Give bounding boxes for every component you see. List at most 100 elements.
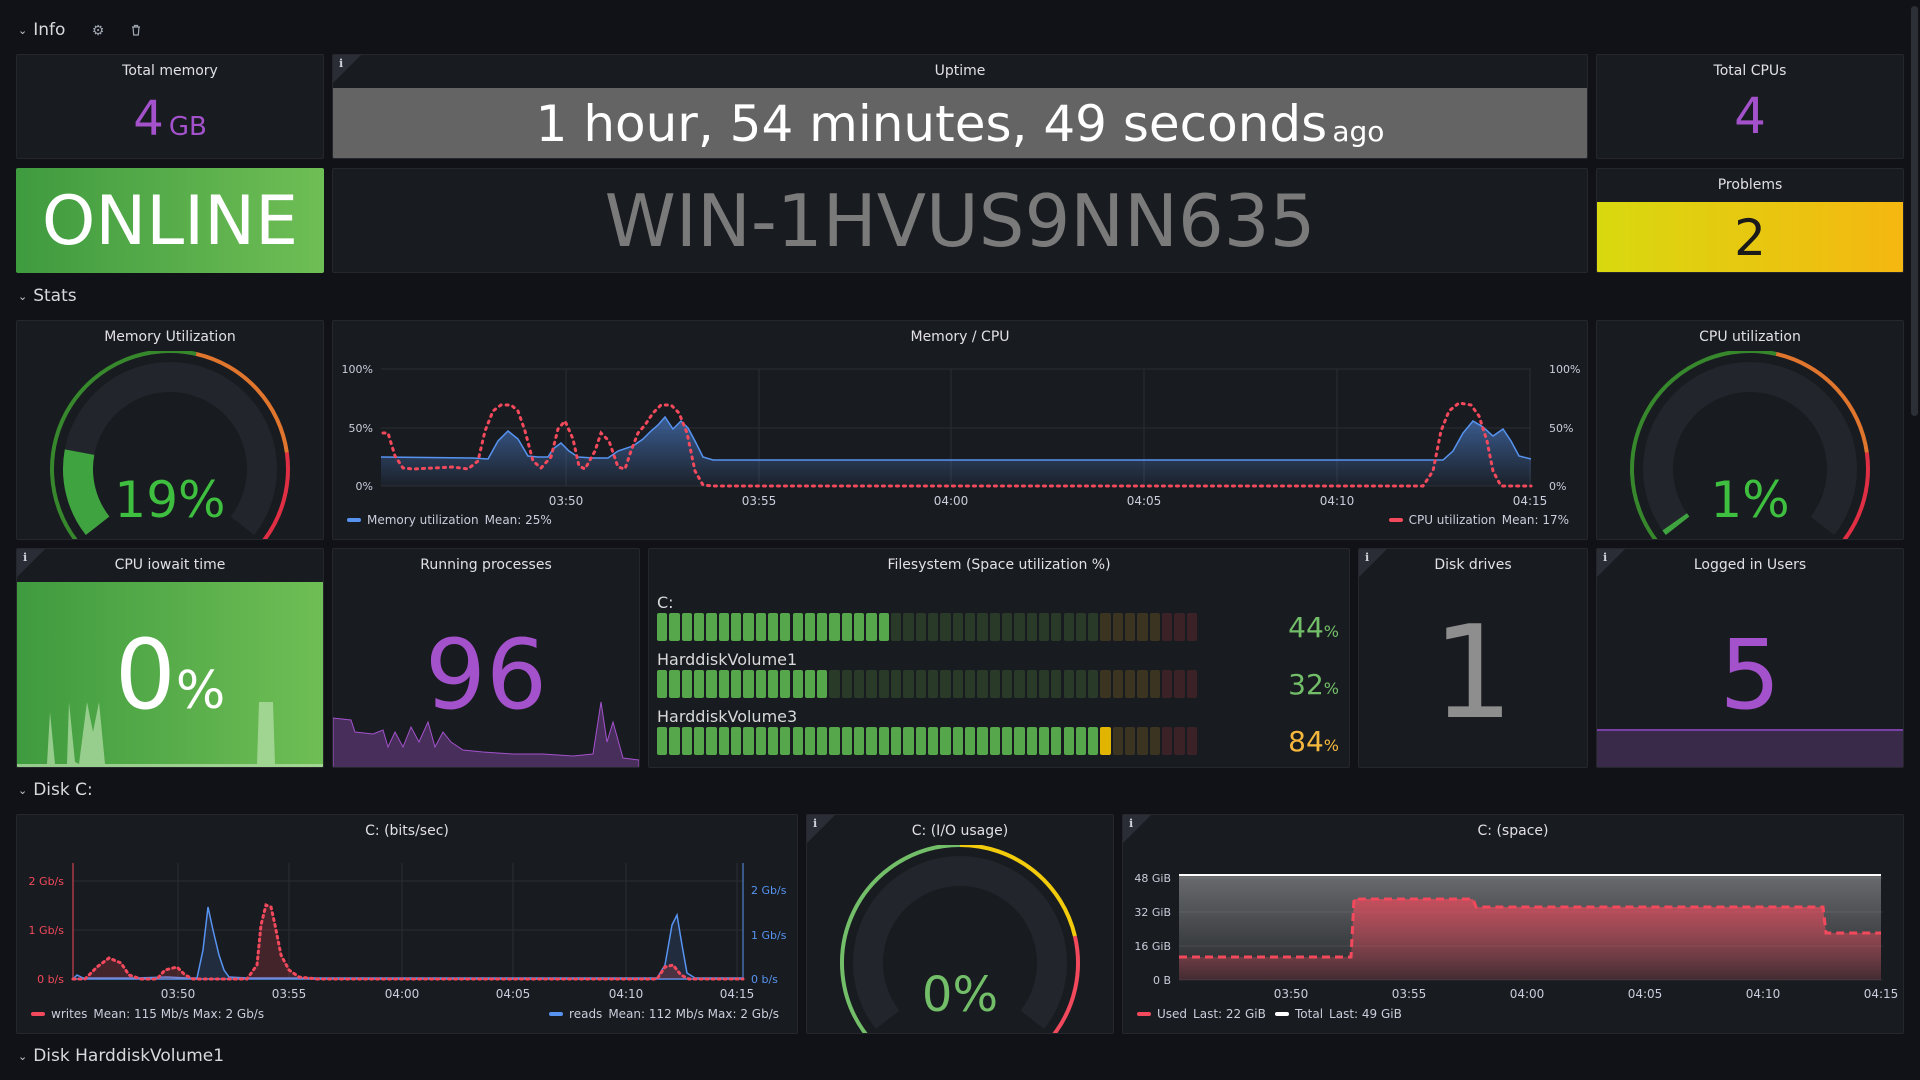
status-panel[interactable]: ONLINE: [16, 168, 324, 273]
filesystem-bar-cell: [767, 670, 779, 698]
filesystem-bar-cell: [915, 670, 926, 698]
filesystem-bar-cell: [928, 613, 939, 641]
filesystem-bar-cell: [1014, 727, 1025, 755]
filesystem-bar-cell: [1186, 670, 1197, 698]
memory-utilization-panel[interactable]: Memory Utilization 19%: [16, 320, 324, 540]
filesystem-bar-cell: [1001, 727, 1013, 755]
filesystem-bar-cell: [829, 727, 840, 755]
gear-icon[interactable]: ⚙: [90, 23, 106, 39]
disk-c-space-panel[interactable]: i C: (space) 48 GiB 32 GiB 16 GiB 0 B 03…: [1122, 814, 1904, 1034]
filesystem-bar-cell: [1162, 727, 1173, 755]
y-tick: 1 Gb/s: [29, 924, 65, 937]
legend-cpu-utilization[interactable]: CPU utilization Mean: 17%: [1388, 513, 1569, 527]
x-tick: 04:00: [1510, 987, 1545, 1001]
y-tick-right: 2 Gb/s: [751, 884, 787, 897]
filesystem-bar-cell: [1174, 670, 1185, 698]
filesystem-bar-cell: [964, 727, 976, 755]
x-tick: 04:15: [720, 987, 755, 1001]
scrollbar[interactable]: [1910, 0, 1920, 1080]
x-tick: 03:50: [161, 987, 196, 1001]
filesystem-bar-cell: [940, 613, 951, 641]
filesystem-bar-cell: [657, 613, 668, 641]
status-value: ONLINE: [41, 182, 299, 261]
panel-title: Disk drives: [1434, 557, 1512, 573]
filesystem-bar-cell: [792, 727, 803, 755]
x-tick: 03:55: [272, 987, 307, 1001]
panel-title: Total CPUs: [1713, 63, 1787, 79]
filesystem-bar-cell: [718, 613, 729, 641]
panel-title: Problems: [1717, 177, 1783, 193]
filesystem-bar-cell: [866, 613, 877, 641]
filesystem-bar-cell: [977, 613, 988, 641]
filesystem-bar-cell: [1063, 727, 1074, 755]
filesystem-bar-cell: [804, 613, 816, 641]
filesystem-label-hv1: HarddiskVolume1: [657, 650, 798, 669]
filesystem-bar-cell: [804, 670, 816, 698]
legend-total[interactable]: Total Last: 49 GiB: [1275, 1007, 1402, 1021]
row-header-info[interactable]: ⌄ Info: [18, 20, 65, 40]
problems-panel[interactable]: Problems 2: [1596, 168, 1904, 273]
scrollbar-thumb[interactable]: [1911, 6, 1918, 416]
hostname-panel[interactable]: WIN-1HVUS9NN635: [332, 168, 1588, 273]
filesystem-bar-cell: [841, 613, 853, 641]
filesystem-bar-cell: [1100, 613, 1111, 641]
logged-in-users-panel[interactable]: i Logged in Users 5: [1596, 548, 1904, 768]
filesystem-bar-cell: [854, 727, 865, 755]
legend-reads[interactable]: reads Mean: 112 Mb/s Max: 2 Gb/s: [549, 1007, 779, 1021]
filesystem-bar-cell: [1100, 670, 1111, 698]
memory-cpu-panel[interactable]: Memory / CPU 100% 50% 0% 100% 50% 0% 03:…: [332, 320, 1588, 540]
total-cpus-panel[interactable]: Total CPUs 4: [1596, 54, 1904, 159]
row-header-disk-c[interactable]: ⌄ Disk C:: [18, 780, 93, 800]
x-tick: 04:10: [609, 987, 644, 1001]
filesystem-bar-cell: [743, 727, 754, 755]
filesystem-panel[interactable]: Filesystem (Space utilization %) C: Hard…: [648, 548, 1350, 768]
disk-c-bits-panel[interactable]: C: (bits/sec) 2 Gb/s 1 Gb/s 0 b/s 2 Gb/s…: [16, 814, 798, 1034]
filesystem-bar-cell: [681, 670, 692, 698]
hostname-value: WIN-1HVUS9NN635: [604, 179, 1316, 263]
filesystem-bar-cell: [1112, 727, 1124, 755]
y-tick-right: 100%: [1549, 363, 1580, 376]
filesystem-bar-cell: [1112, 613, 1124, 641]
trash-icon[interactable]: [128, 23, 144, 39]
chevron-down-icon: ⌄: [18, 289, 28, 303]
filesystem-bar-cell: [1075, 670, 1087, 698]
y-tick: 32 GiB: [1134, 906, 1171, 919]
filesystem-bar-cell: [1125, 670, 1136, 698]
filesystem-bar-cell: [1125, 727, 1136, 755]
cpu-utilization-panel[interactable]: CPU utilization 1%: [1596, 320, 1904, 540]
running-processes-panel[interactable]: Running processes 96: [332, 548, 640, 768]
cpu-iowait-panel[interactable]: i CPU iowait time 0%: [16, 548, 324, 768]
filesystem-bar-cell: [804, 727, 816, 755]
filesystem-bar-cell: [841, 670, 853, 698]
filesystem-bar-cell: [755, 670, 766, 698]
y-tick: 0 B: [1153, 974, 1171, 987]
processes-value: 96: [424, 619, 548, 731]
filesystem-bar-cell: [1186, 727, 1197, 755]
disk-drives-panel[interactable]: i Disk drives 1: [1358, 548, 1588, 768]
x-tick: 04:15: [1864, 987, 1899, 1001]
filesystem-bar-cell: [780, 727, 791, 755]
filesystem-bar-cell: [964, 613, 976, 641]
filesystem-bar-cell: [854, 613, 865, 641]
uptime-panel[interactable]: i Uptime 1 hour, 54 minutes, 49 seconds …: [332, 54, 1588, 159]
legend-used[interactable]: Used Last: 22 GiB: [1137, 1007, 1266, 1021]
filesystem-bar-cell: [1088, 613, 1099, 641]
filesystem-bar-cell: [755, 727, 766, 755]
row-title: Info: [33, 20, 66, 40]
y-tick-right: 50%: [1549, 422, 1573, 435]
row-header-stats[interactable]: ⌄ Stats: [18, 286, 77, 306]
filesystem-bar-cell: [792, 613, 803, 641]
filesystem-bar-cell: [718, 670, 729, 698]
filesystem-bar-cell: [878, 670, 890, 698]
disk-c-io-panel[interactable]: i C: (I/O usage) 0%: [806, 814, 1114, 1034]
legend-writes[interactable]: writes Mean: 115 Mb/s Max: 2 Gb/s: [31, 1007, 264, 1021]
chevron-down-icon: ⌄: [18, 783, 28, 797]
filesystem-bar-cell: [1186, 613, 1197, 641]
row-header-disk-harddiskvolume1[interactable]: ⌄ Disk HarddiskVolume1: [18, 1046, 224, 1066]
filesystem-bar-cell: [878, 727, 890, 755]
filesystem-bar-cell: [681, 727, 692, 755]
filesystem-bar-cell: [681, 613, 692, 641]
total-memory-panel[interactable]: Total memory 4 GB: [16, 54, 324, 159]
filesystem-bar-cell: [891, 613, 902, 641]
legend-memory-utilization[interactable]: Memory utilization Mean: 25%: [347, 513, 552, 527]
